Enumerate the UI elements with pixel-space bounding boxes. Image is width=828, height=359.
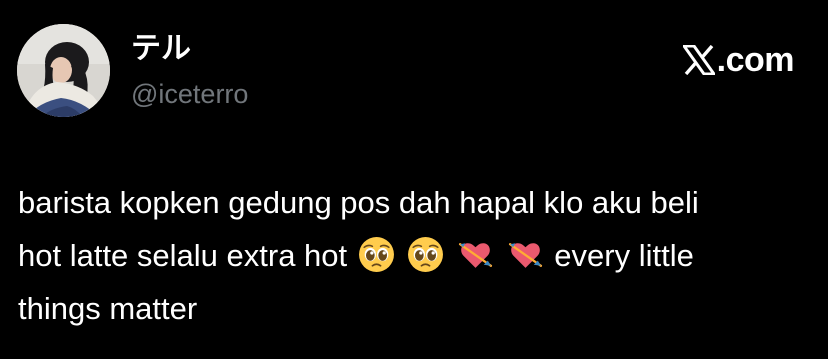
pleading-face-emoji: [358, 236, 395, 273]
profile-photo-icon: [17, 24, 110, 117]
brand-domain-suffix: .com: [716, 41, 795, 79]
tweet-line-2-tail: every little: [554, 238, 694, 273]
tweet-line-2-text: hot latte selalu extra hot: [18, 238, 348, 273]
display-name[interactable]: テル: [131, 31, 191, 67]
pleading-face-emoji: [407, 236, 444, 273]
tweet-line-2: hot latte selalu extra hot every little: [18, 229, 816, 282]
heart-with-arrow-emoji: [507, 236, 544, 273]
tweet-line-1: barista kopken gedung pos dah hapal klo …: [18, 185, 699, 220]
tweet-text: barista kopken gedung pos dah hapal klo …: [18, 176, 816, 335]
x-brand-logo: .com: [682, 40, 795, 80]
user-handle[interactable]: @iceterro: [131, 78, 248, 110]
avatar[interactable]: [17, 24, 110, 117]
heart-with-arrow-emoji: [457, 236, 494, 273]
x-logo-icon: [682, 45, 715, 75]
tweet-line-3: things matter: [18, 291, 198, 326]
